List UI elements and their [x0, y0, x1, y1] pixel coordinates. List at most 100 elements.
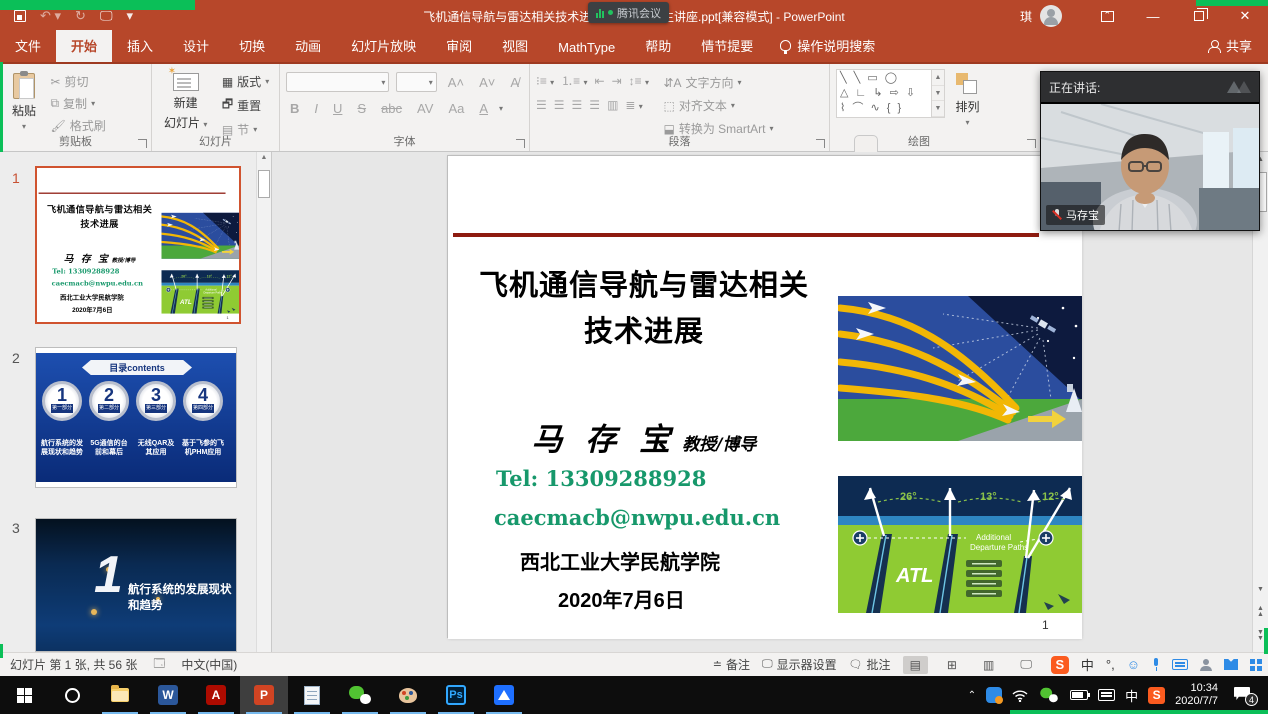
thumbnail-3[interactable]: 1 航行系统的发展现状和趋势 [35, 518, 237, 652]
cut-button[interactable]: ✂剪切 [50, 73, 105, 90]
align-right-button[interactable]: ☰ [572, 98, 583, 112]
italic-button[interactable]: I [310, 100, 322, 117]
bold-button[interactable]: B [286, 100, 303, 117]
sogou-ime-icon[interactable]: S [1051, 656, 1069, 674]
slide-sorter-view-button[interactable]: ⊞ [940, 656, 964, 674]
ime-account-icon[interactable] [1200, 659, 1212, 671]
minimize-button[interactable]: — [1130, 0, 1176, 32]
airport-paths-image[interactable] [161, 213, 239, 259]
tab-slideshow[interactable]: 幻灯片放映 [336, 30, 431, 62]
ime-keyboard-icon[interactable] [1172, 659, 1188, 670]
ime-skin-icon[interactable] [1224, 659, 1238, 670]
meeting-overlay-header[interactable]: 正在讲话: [1041, 72, 1259, 102]
tray-wechat-icon[interactable] [1040, 688, 1058, 702]
tab-help[interactable]: 帮助 [630, 30, 686, 62]
shapes-more-icon[interactable]: ▼ [932, 101, 944, 117]
slide-canvas[interactable]: 飞机通信导航与雷达相关 技术进展 马 存 宝教授/博导 Tel: 1330928… [447, 155, 1081, 638]
thumbnail-scroll-up-icon[interactable]: ▲ [257, 154, 271, 168]
tab-file[interactable]: 文件 [0, 30, 56, 62]
layout-button[interactable]: ▦版式 ▾ [222, 73, 269, 90]
shapes-scroll-down-icon[interactable]: ▼ [932, 86, 944, 102]
taskbar-notepad[interactable] [288, 676, 336, 714]
language-indicator[interactable]: 中文(中国) [181, 656, 237, 673]
slide-organization[interactable]: 西北工业大学民航学院 [60, 292, 124, 301]
slide-organization[interactable]: 西北工业大学民航学院 [520, 546, 720, 575]
slide-email[interactable]: caecmacb@nwpu.edu.cn [52, 279, 143, 287]
underline-button[interactable]: U [329, 100, 346, 117]
ime-voice-icon[interactable] [1152, 658, 1160, 671]
clear-formatting-button[interactable]: A̸ [506, 74, 523, 91]
text-direction-button[interactable]: ⇵A文字方向 ▾ [663, 74, 773, 91]
comments-toggle[interactable]: 🗨批注 [849, 656, 891, 673]
cortana-button[interactable] [48, 676, 96, 714]
scroll-down-icon[interactable]: ▼ [1253, 582, 1268, 598]
meeting-video[interactable]: 马存宝 [1041, 102, 1259, 230]
slide-title-line2[interactable]: 技术进展 [37, 216, 162, 229]
line-spacing-button[interactable]: ↕≡ ▾ [629, 74, 649, 88]
accessibility-check-icon[interactable]: 🗔 [153, 655, 165, 674]
previous-slide-button[interactable]: ▲▲ [1253, 604, 1268, 620]
tray-touch-keyboard-icon[interactable] [1098, 689, 1115, 701]
ime-punctuation-toggle[interactable]: °, [1106, 657, 1115, 672]
tab-insert[interactable]: 插入 [112, 30, 168, 62]
align-center-button[interactable]: ☰ [554, 98, 565, 112]
shadow-button[interactable]: S [353, 100, 370, 117]
slide-date[interactable]: 2020年7月6日 [558, 584, 685, 613]
taskbar-acrobat[interactable]: A [192, 676, 240, 714]
font-color-button[interactable]: A [475, 100, 492, 117]
shapes-gallery[interactable]: ╲ ╲ ▭ ◯ △ ∟ ↳ ⇨ ⇩ ⌇ ⌒ ∿ { } [836, 69, 932, 118]
atl-departure-paths-image[interactable]: 26° 13° 12° Additional Departure Paths A… [838, 476, 1082, 613]
slide-title-line1[interactable]: 飞机通信导航与雷达相关 [37, 202, 162, 215]
strikethrough-button[interactable]: abc [377, 100, 406, 117]
shapes-row-2[interactable]: △ ∟ ↳ ⇨ ⇩ [840, 86, 928, 101]
ime-mode-toggle[interactable]: 中 [1081, 655, 1094, 674]
thumbnail-1-selected[interactable]: 飞机通信导航与雷达相关 技术进展 马 存 宝教授/博导 Tel: 1330928… [35, 166, 241, 324]
atl-departure-paths-image[interactable]: 26° 13° 12° Additional Departure Paths A… [161, 270, 239, 314]
slide-tel[interactable]: Tel: 13309288928 [52, 267, 119, 275]
grow-font-button[interactable]: A˄ [444, 74, 468, 91]
new-slide-button[interactable]: 新建 幻灯片 ▾ [158, 69, 213, 135]
clipboard-dialog-launcher[interactable] [138, 139, 147, 148]
font-color-dropdown-icon[interactable]: ▾ [499, 104, 503, 113]
drawing-dialog-launcher[interactable] [1027, 139, 1036, 148]
justify-button[interactable]: ☰ [589, 98, 600, 112]
paste-button[interactable]: 粘贴 ▾ [6, 69, 42, 135]
slide-author[interactable]: 马 存 宝教授/博导 [448, 414, 840, 459]
increase-indent-button[interactable]: ⇥ [612, 74, 622, 88]
thumbnail-scrollbar[interactable]: ▲ [256, 152, 271, 652]
slide-author[interactable]: 马 存 宝教授/博导 [37, 250, 162, 264]
thumbnail-scroll-thumb[interactable] [258, 170, 270, 198]
shapes-scroll-up-icon[interactable]: ▲ [932, 70, 944, 86]
slide-email[interactable]: caecmacb@nwpu.edu.cn [494, 505, 780, 530]
tray-expand-icon[interactable]: ⌃ [968, 690, 976, 701]
decrease-indent-button[interactable]: ⇤ [595, 74, 605, 88]
shrink-font-button[interactable]: A˅ [475, 74, 499, 91]
paste-dropdown-icon[interactable]: ▾ [22, 122, 26, 131]
reading-view-button[interactable]: ▥ [976, 656, 1001, 674]
paragraph-dialog-launcher[interactable] [816, 139, 825, 148]
thumbnail-2[interactable]: 目录contents 1第一部分 2第二部分 3第三部分 4第四部分 航行系统的… [35, 347, 237, 488]
account-name[interactable]: 琪 [1020, 8, 1032, 25]
normal-view-button[interactable]: ▤ [903, 656, 928, 674]
taskbar-word[interactable]: W [144, 676, 192, 714]
distribute-button[interactable]: ≣ ▾ [625, 98, 642, 112]
font-name-select[interactable]: ▾ [286, 72, 389, 92]
shapes-row-3[interactable]: ⌇ ⌒ ∿ { } [840, 101, 928, 116]
taskbar-powerpoint-active[interactable]: P [240, 676, 288, 714]
tray-sogou-icon[interactable]: S [1148, 687, 1165, 704]
airport-paths-image[interactable] [838, 296, 1082, 441]
ime-toolbox-icon[interactable] [1250, 659, 1262, 671]
slide-date[interactable]: 2020年7月6日 [72, 305, 112, 314]
slideshow-view-button[interactable]: 🖵 [1013, 655, 1039, 674]
display-settings-button[interactable]: 🖵显示器设置 [762, 656, 837, 673]
slide-counter[interactable]: 幻灯片 第 1 张, 共 56 张 [10, 656, 137, 673]
taskbar-paint[interactable] [384, 676, 432, 714]
reset-button[interactable]: 🗗重置 [222, 95, 269, 116]
slide-title-line2[interactable]: 技术进展 [448, 308, 840, 350]
tab-view[interactable]: 视图 [487, 30, 543, 62]
format-painter-button[interactable]: 🖌格式刷 [50, 117, 105, 134]
copy-button[interactable]: ⧉复制 ▾ [50, 95, 105, 112]
character-spacing-button[interactable]: AV [413, 100, 437, 117]
change-case-button[interactable]: Aa [444, 100, 468, 117]
meeting-overlay[interactable]: 正在讲话: 马存宝 [1040, 71, 1260, 231]
